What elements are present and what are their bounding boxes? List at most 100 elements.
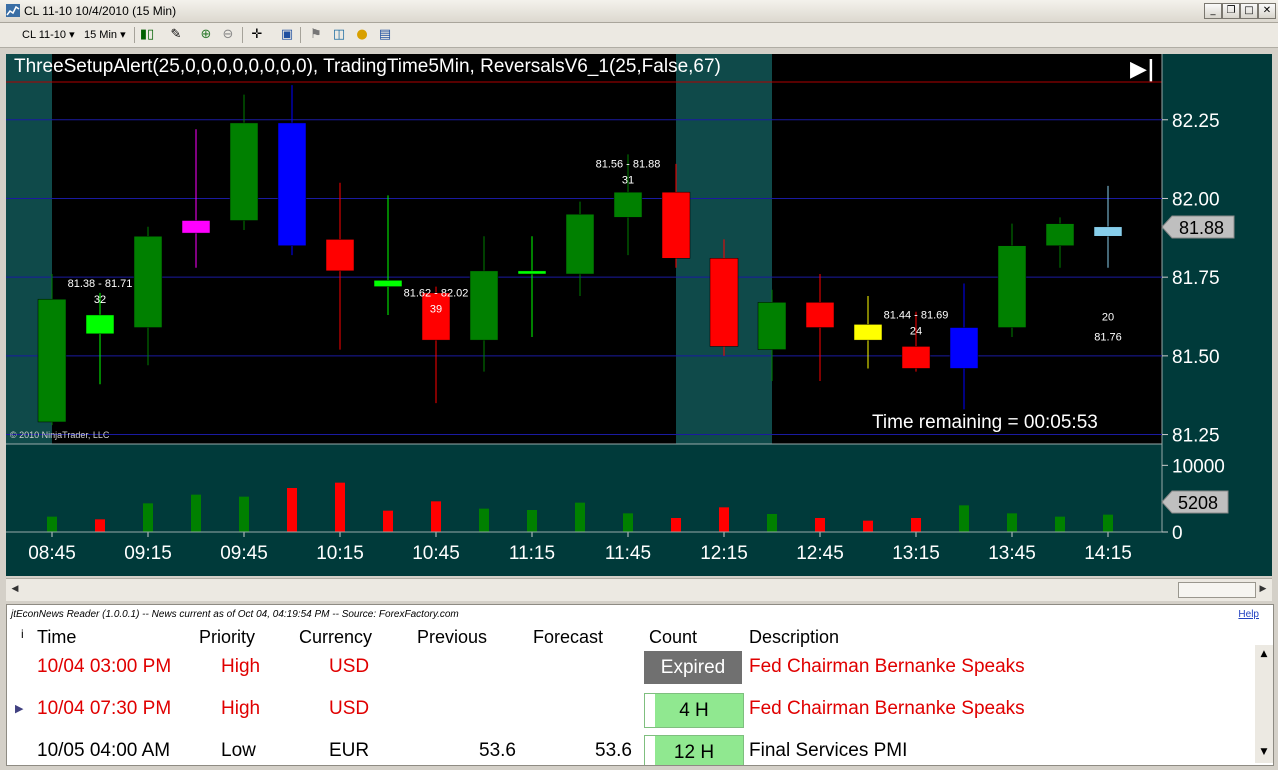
scroll-right-icon[interactable]: ▶	[1256, 582, 1270, 596]
candle-body	[1093, 226, 1123, 237]
volume-bar	[671, 518, 681, 532]
news-priority: High	[221, 656, 261, 677]
news-vertical-scrollbar[interactable]: ▲ ▼	[1255, 645, 1273, 763]
zoom-out-icon[interactable]: ⊖	[220, 27, 236, 43]
strategy-icon[interactable]: ⚑	[308, 27, 324, 43]
volume-bar	[1103, 514, 1113, 532]
candle-body	[949, 327, 979, 369]
scroll-up-icon[interactable]: ▲	[1257, 647, 1271, 661]
time-tick-label: 11:15	[509, 543, 555, 564]
news-currency: EUR	[329, 740, 370, 761]
volume-bar	[383, 510, 393, 532]
volume-bar	[143, 503, 153, 532]
col-priority[interactable]: Priority	[199, 627, 255, 648]
news-description: Final Services PMI	[749, 740, 908, 761]
candle-body	[373, 280, 403, 287]
price-chart[interactable]: 81.38 - 81.71 32 81.62 - 82.02 39 81.56 - 81…	[6, 54, 1272, 576]
volume-bar	[911, 518, 921, 532]
volume-bar	[431, 501, 441, 532]
col-currency[interactable]: Currency	[299, 627, 372, 648]
annotation-count: 39	[430, 303, 442, 315]
news-row[interactable]: ▶ 10/04 07:30 PM High USD 4 H Fed Chairman Be…	[7, 689, 1253, 729]
scroll-left-icon[interactable]: ◀	[8, 582, 22, 596]
annotation-range: 81.44 - 81.69	[884, 309, 949, 321]
draw-pencil-icon[interactable]: ✎	[168, 27, 184, 43]
news-description: Fed Chairman Bernanke Speaks	[749, 698, 1025, 719]
annotation-count: 24	[910, 325, 922, 337]
scroll-thumb[interactable]	[1178, 582, 1256, 598]
time-remaining-label: Time remaining = 00:05:53	[872, 412, 1098, 433]
volume-bar	[863, 520, 873, 532]
crosshair-icon[interactable]: ✛	[249, 27, 265, 43]
copyright-label: © 2010 NinjaTrader, LLC	[10, 430, 110, 440]
chart-horizontal-scrollbar[interactable]: ◀ ▶	[6, 578, 1272, 601]
news-countdown: 12 H	[644, 735, 744, 765]
volume-bar	[719, 507, 729, 532]
col-count[interactable]: Count	[649, 627, 697, 648]
last-volume-marker: 5208	[1161, 490, 1229, 514]
money-icon[interactable]: ●	[354, 27, 370, 43]
candle-body	[757, 302, 787, 350]
maximize-button[interactable]: □	[1240, 3, 1258, 19]
properties-icon[interactable]: ▤	[377, 27, 393, 43]
econ-news-panel: jtEconNews Reader (1.0.0.1) -- News curr…	[6, 604, 1274, 766]
volume-bar	[815, 518, 825, 532]
time-tick-label: 09:45	[220, 543, 268, 564]
zoom-in-icon[interactable]: ⊕	[198, 27, 214, 43]
instrument-selector[interactable]: CL 11-10 ▾	[22, 26, 75, 44]
chart-indicator-header: ThreeSetupAlert(25,0,0,0,0,0,0,0,0), Tra…	[14, 56, 721, 77]
time-tick-label: 13:45	[988, 543, 1036, 564]
news-time: 10/04 07:30 PM	[37, 698, 172, 719]
interval-selector[interactable]: 15 Min ▾	[84, 26, 126, 44]
indicator-icon[interactable]: ◫	[331, 27, 347, 43]
col-description[interactable]: Description	[749, 627, 839, 648]
col-time[interactable]: Time	[37, 627, 76, 648]
candle-body	[661, 191, 691, 259]
news-time: 10/05 04:00 AM	[37, 740, 171, 761]
time-tick-label: 08:45	[28, 543, 76, 564]
scroll-down-icon[interactable]: ▼	[1257, 745, 1271, 759]
news-currency: USD	[329, 656, 370, 677]
volume-bar	[1055, 516, 1065, 532]
news-priority: Low	[221, 740, 256, 761]
volume-bar	[623, 513, 633, 532]
window-titlebar: CL 11-10 10/4/2010 (15 Min) _ ❐ □ ✕	[0, 0, 1278, 23]
help-link[interactable]: Help	[1238, 605, 1259, 625]
news-row[interactable]: 10/04 03:00 PM High USD Expired Fed Chairman…	[7, 647, 1253, 687]
col-previous[interactable]: Previous	[417, 627, 487, 648]
candle-body	[613, 191, 643, 218]
news-priority: High	[221, 698, 261, 719]
candle-body	[517, 270, 547, 275]
price-tick-label: 81.25	[1172, 426, 1220, 447]
window-title: CL 11-10 10/4/2010 (15 Min)	[24, 4, 177, 18]
candle-body	[1045, 223, 1075, 246]
news-forecast: 53.6	[595, 740, 632, 761]
annotation-range: 81.56 - 81.88	[596, 158, 661, 170]
time-tick-label: 12:45	[796, 543, 844, 564]
close-button[interactable]: ✕	[1258, 3, 1276, 19]
bar-style-icon[interactable]: ▮▯	[139, 27, 155, 43]
last-volume-label: 5208	[1178, 493, 1218, 513]
last-price-label: 81.88	[1179, 218, 1224, 238]
col-forecast[interactable]: Forecast	[533, 627, 603, 648]
minimize-button[interactable]: _	[1204, 3, 1222, 19]
col-info[interactable]: i	[21, 627, 24, 641]
candle-body	[181, 220, 211, 234]
chart-toolbar: CL 11-10 ▾ 15 Min ▾ ▮▯ ✎ ⊕ ⊖ ✛ ▣ ⚑ ◫ ● ▤	[0, 23, 1278, 48]
time-tick-label: 11:45	[605, 543, 651, 564]
candle-body	[229, 122, 259, 221]
news-row[interactable]: 10/05 04:00 AM Low EUR 53.6 53.6 12 H Final Se…	[7, 731, 1253, 765]
restore-button[interactable]: ❐	[1222, 3, 1240, 19]
annotation-count: 31	[622, 174, 634, 186]
row-selected-marker-icon: ▶	[15, 703, 24, 715]
volume-bar	[239, 496, 249, 532]
news-description: Fed Chairman Bernanke Speaks	[749, 656, 1025, 677]
volume-bar	[191, 494, 201, 532]
data-box-icon[interactable]: ▣	[279, 27, 295, 43]
volume-bar	[47, 516, 57, 532]
volume-bar	[335, 482, 345, 532]
candle-body	[997, 245, 1027, 328]
end-of-chart-icon[interactable]: ▶|	[1130, 57, 1155, 82]
volume-bar	[287, 488, 297, 532]
time-tick-label: 12:15	[700, 543, 748, 564]
